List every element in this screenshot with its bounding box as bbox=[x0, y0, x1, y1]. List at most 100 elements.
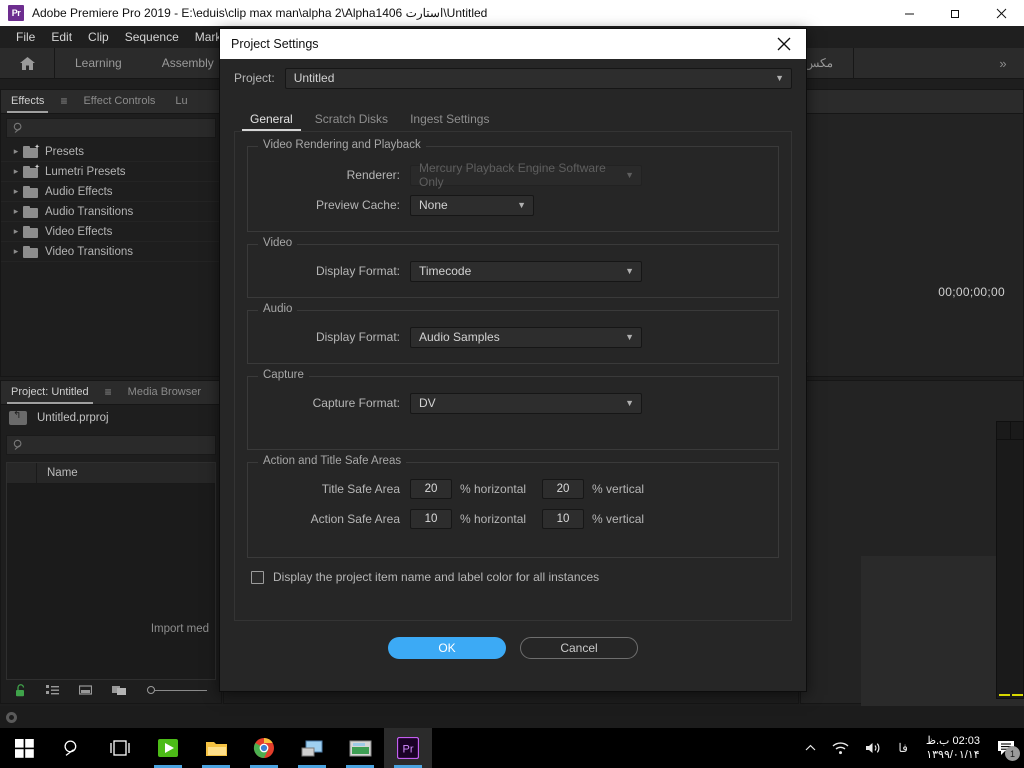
close-icon[interactable] bbox=[978, 0, 1024, 26]
media-app-icon[interactable] bbox=[288, 728, 336, 768]
chevron-down-icon: ▼ bbox=[625, 266, 634, 276]
chevron-right-icon[interactable]: ▸ bbox=[9, 146, 23, 157]
premiere-icon[interactable]: Pr bbox=[384, 728, 432, 768]
menu-clip[interactable]: Clip bbox=[80, 26, 117, 48]
wifi-icon[interactable] bbox=[824, 728, 857, 768]
list-view-icon[interactable] bbox=[46, 684, 59, 696]
title-safe-vertical-input[interactable]: 20 bbox=[542, 479, 585, 499]
workspace-tab-learning[interactable]: Learning bbox=[55, 48, 142, 79]
tree-item-video-effects[interactable]: ▸ Video Effects bbox=[1, 222, 221, 242]
action-safe-vertical-input[interactable]: 10 bbox=[542, 509, 585, 529]
ok-button[interactable]: OK bbox=[388, 637, 506, 659]
dialog-footer: OK Cancel bbox=[234, 621, 792, 675]
title-safe-horizontal-input[interactable]: 20 bbox=[410, 479, 452, 499]
chevron-right-icon[interactable]: ▸ bbox=[9, 186, 23, 197]
windows-start-icon[interactable] bbox=[0, 728, 48, 768]
tab-scratch-disks[interactable]: Scratch Disks bbox=[307, 112, 396, 131]
tab-ingest-settings[interactable]: Ingest Settings bbox=[402, 112, 497, 131]
general-tab-panel: Video Rendering and Playback Renderer: M… bbox=[234, 131, 792, 621]
chevron-right-icon[interactable]: ▸ bbox=[9, 206, 23, 217]
tree-item-presets[interactable]: ▸ Presets bbox=[1, 142, 221, 162]
tab-project[interactable]: Project: Untitled bbox=[1, 381, 99, 404]
folder-icon bbox=[23, 225, 38, 238]
lock-icon[interactable] bbox=[15, 683, 26, 697]
capture-app-icon[interactable] bbox=[336, 728, 384, 768]
chrome-icon[interactable] bbox=[240, 728, 288, 768]
windows-taskbar: Pr فا 02:03 ب.ظ ۱۳۹۹/۰۱/۱۴ 1 bbox=[0, 728, 1024, 768]
unit-vertical-label: % vertical bbox=[592, 482, 645, 496]
effects-search-row bbox=[1, 114, 221, 142]
tree-item-audio-transitions[interactable]: ▸ Audio Transitions bbox=[1, 202, 221, 222]
menu-edit[interactable]: Edit bbox=[43, 26, 80, 48]
cancel-button[interactable]: Cancel bbox=[520, 637, 638, 659]
action-center-icon[interactable]: 1 bbox=[990, 728, 1022, 768]
home-icon[interactable] bbox=[0, 48, 54, 79]
tree-item-lumetri-presets[interactable]: ▸ Lumetri Presets bbox=[1, 162, 221, 182]
capture-format-row: Capture Format: DV ▼ bbox=[258, 391, 768, 415]
group-legend: Video Rendering and Playback bbox=[258, 139, 426, 151]
window-controls bbox=[886, 0, 1024, 26]
video-display-format-row: Display Format: Timecode ▼ bbox=[258, 259, 768, 283]
project-parent-bin-icon[interactable] bbox=[9, 410, 27, 425]
task-view-icon[interactable] bbox=[96, 728, 144, 768]
chevron-right-icon[interactable]: ▸ bbox=[9, 246, 23, 257]
chevron-down-icon: ▼ bbox=[625, 398, 634, 408]
tab-lumetri[interactable]: Lu bbox=[165, 90, 197, 113]
effects-panel: Effects ≡ Effect Controls Lu ▸ Presets ▸… bbox=[0, 89, 222, 377]
language-indicator[interactable]: فا bbox=[890, 728, 915, 768]
video-display-format-select[interactable]: Timecode ▼ bbox=[410, 260, 642, 282]
project-panel: Project: Untitled ≡ Media Browser Untitl… bbox=[0, 380, 222, 704]
capture-format-select[interactable]: DV ▼ bbox=[410, 392, 642, 414]
project-search-input[interactable] bbox=[6, 435, 216, 455]
action-safe-horizontal-input[interactable]: 10 bbox=[410, 509, 452, 529]
tree-item-audio-effects[interactable]: ▸ Audio Effects bbox=[1, 182, 221, 202]
project-select[interactable]: Untitled ▼ bbox=[284, 67, 792, 89]
audio-display-format-select[interactable]: Audio Samples ▼ bbox=[410, 326, 642, 348]
search-icon[interactable] bbox=[48, 728, 96, 768]
renderer-select: Mercury Playback Engine Software Only ▼ bbox=[410, 161, 642, 189]
panel-menu-icon[interactable]: ≡ bbox=[99, 381, 118, 404]
minimize-icon[interactable] bbox=[886, 0, 932, 26]
workspace-overflow-icon[interactable]: » bbox=[982, 48, 1024, 79]
chevron-down-icon: ▼ bbox=[625, 170, 634, 180]
display-item-name-row[interactable]: Display the project item name and label … bbox=[247, 570, 779, 584]
display-item-name-checkbox[interactable] bbox=[251, 570, 264, 584]
tab-media-browser[interactable]: Media Browser bbox=[118, 381, 211, 404]
thumbnail-zoom-slider[interactable] bbox=[147, 686, 207, 694]
chevron-right-icon[interactable]: ▸ bbox=[9, 226, 23, 237]
file-explorer-icon[interactable] bbox=[192, 728, 240, 768]
show-hidden-icons-icon[interactable] bbox=[797, 728, 824, 768]
project-select-row: Project: Untitled ▼ bbox=[234, 59, 792, 97]
clock[interactable]: 02:03 ب.ظ ۱۳۹۹/۰۱/۱۴ bbox=[916, 728, 990, 768]
project-bin-area[interactable]: Name Import med bbox=[6, 462, 216, 680]
search-input[interactable] bbox=[6, 118, 216, 138]
icon-view-icon[interactable] bbox=[79, 684, 92, 696]
chevron-right-icon[interactable]: ▸ bbox=[9, 166, 23, 177]
premiere-pro-window: Pr Adobe Premiere Pro 2019 - E:\eduis\cl… bbox=[0, 0, 1024, 768]
system-tray: فا 02:03 ب.ظ ۱۳۹۹/۰۱/۱۴ 1 bbox=[797, 728, 1024, 768]
bin-column-name[interactable]: Name bbox=[37, 467, 78, 479]
search-icon bbox=[13, 122, 22, 133]
renderer-label: Renderer: bbox=[346, 168, 400, 182]
menu-sequence[interactable]: Sequence bbox=[117, 26, 187, 48]
tree-item-video-transitions[interactable]: ▸ Video Transitions bbox=[1, 242, 221, 262]
maximize-icon[interactable] bbox=[932, 0, 978, 26]
tab-effects[interactable]: Effects bbox=[1, 90, 54, 113]
zoom-slider-track[interactable] bbox=[155, 689, 207, 691]
search-icon bbox=[13, 439, 22, 450]
new-bin-icon[interactable] bbox=[112, 684, 127, 696]
speaker-icon[interactable] bbox=[857, 728, 890, 768]
project-search-row bbox=[1, 431, 221, 459]
project-settings-dialog: Project Settings Project: Untitled ▼ Gen… bbox=[219, 28, 807, 692]
tab-general[interactable]: General bbox=[242, 112, 301, 131]
zoom-slider-knob[interactable] bbox=[147, 686, 155, 694]
action-safe-label: Action Safe Area bbox=[310, 512, 400, 526]
menu-file[interactable]: File bbox=[8, 26, 43, 48]
video-editor-icon[interactable] bbox=[144, 728, 192, 768]
preview-cache-select[interactable]: None ▼ bbox=[410, 194, 534, 216]
close-icon[interactable] bbox=[762, 29, 806, 59]
panel-menu-icon[interactable]: ≡ bbox=[54, 90, 73, 113]
audio-meter-header-line bbox=[997, 439, 1023, 440]
tab-effect-controls[interactable]: Effect Controls bbox=[73, 90, 165, 113]
program-timecode: 00;00;00;00 bbox=[938, 285, 1005, 299]
